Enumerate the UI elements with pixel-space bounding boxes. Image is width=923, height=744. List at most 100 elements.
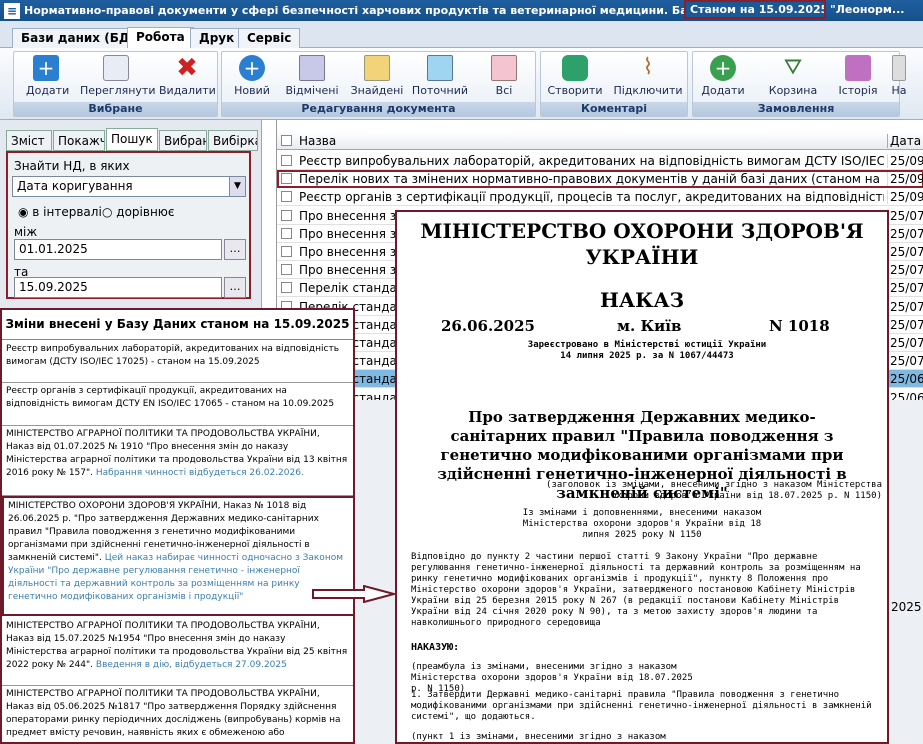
title-status-highlight: Станом на 15.09.2025 р. -: [684, 0, 826, 19]
row-date: 25/06/: [887, 372, 923, 387]
row-date: 25/07/: [887, 208, 923, 223]
history-label: Історія: [838, 84, 878, 97]
tab-contents[interactable]: Зміст: [6, 130, 52, 151]
fav-delete-label: Видалити: [159, 84, 216, 97]
marked-button[interactable]: Відмічені: [282, 55, 342, 97]
doc-ministry: МІНІСТЕРСТВО ОХОРОНИ ЗДОРОВ'Я УКРАЇНИ: [420, 219, 864, 269]
row-checkbox[interactable]: [281, 246, 292, 257]
marked-docs-icon: [299, 55, 325, 81]
order-extra-label: На: [891, 84, 907, 97]
doc-registered: Зареєстровано в Міністерстві юстиції Укр…: [497, 340, 797, 362]
comment-attach-label: Підключити: [613, 84, 683, 97]
row-date: 25/07/: [887, 245, 923, 259]
row-checkbox[interactable]: [281, 209, 292, 221]
grid-row[interactable]: Перелік нових та змінених нормативно-пра…: [277, 170, 923, 189]
date-to-field[interactable]: 15.09.2025: [14, 277, 222, 298]
row-date: 25/09/: [887, 190, 923, 205]
change-entry[interactable]: МІНІСТЕРСТВО АГРАРНОЇ ПОЛІТИКИ ТА ПРОДОВ…: [2, 618, 353, 686]
change-entry[interactable]: МІНІСТЕРСТВО АГРАРНОЇ ПОЛІТИКИ ТА ПРОДОВ…: [2, 426, 353, 496]
row-date: 25/07/: [887, 281, 923, 296]
comment-attach-button[interactable]: ⌇ Підключити: [613, 55, 683, 97]
order-plus-icon: +: [710, 55, 736, 81]
date-from-field[interactable]: 01.01.2025: [14, 239, 222, 260]
fav-delete-button[interactable]: ✖ Видалити: [159, 55, 216, 97]
changes-title: Зміни внесені у Базу Даних станом на 15.…: [2, 310, 353, 340]
tab-print[interactable]: Друк: [190, 28, 244, 48]
new-doc-label: Новий: [234, 84, 270, 97]
extra-icon: [892, 55, 906, 81]
pointer-arrow-icon: [312, 585, 396, 603]
change-link[interactable]: Набрання чинності відбудеться 26.02.2026…: [96, 468, 304, 478]
doc-body3: 1. Затвердити Державні медико-санітарні …: [411, 690, 872, 722]
all-docs-icon: [491, 55, 517, 81]
doc-type: НАКАЗ: [599, 288, 685, 312]
found-docs-icon: [364, 55, 390, 81]
tab-databases[interactable]: Бази даних (БД): [12, 28, 145, 48]
plus-icon: +: [33, 55, 59, 81]
row-checkbox[interactable]: [281, 191, 292, 203]
row-checkbox[interactable]: [281, 173, 292, 185]
tab-service[interactable]: Сервіс: [238, 28, 301, 48]
order-extra-button[interactable]: На: [889, 55, 909, 97]
row-date: 25/07/: [887, 354, 923, 369]
order-add-label: Додати: [701, 84, 745, 97]
new-doc-button[interactable]: + Новий: [230, 55, 274, 97]
marked-label: Відмічені: [285, 84, 339, 97]
found-label: Знайдені: [350, 84, 404, 97]
doc-note2: Із змінами і доповненнями, внесеними нак…: [522, 508, 762, 540]
col-name-header[interactable]: Назва: [299, 134, 336, 148]
ribbon-tabs: Бази даних (БД) Робота Друк Сервіс: [0, 21, 923, 48]
tab-selection[interactable]: Вибірка: [208, 130, 258, 151]
cart-button[interactable]: ⛛ Корзина: [765, 55, 821, 97]
current-button[interactable]: Поточний: [410, 55, 470, 97]
row-checkbox[interactable]: [281, 227, 292, 239]
change-entry[interactable]: МІНІСТЕРСТВО АГРАРНОЇ ПОЛІТИКИ ТА ПРОДОВ…: [2, 686, 353, 742]
select-all-checkbox[interactable]: [281, 135, 292, 146]
left-panel: Зміст Покажч Пошук Вибрані Вибірка Знайт…: [0, 120, 262, 310]
find-label: Знайти НД, в яких: [14, 159, 130, 173]
history-button[interactable]: Історія: [833, 55, 883, 97]
between-label: між: [14, 225, 38, 239]
tab-selected[interactable]: Вибрані: [159, 130, 207, 151]
radio-interval[interactable]: ◉ в інтервалі: [18, 205, 102, 219]
chevron-down-icon[interactable]: ▼: [229, 177, 245, 196]
radio-equal[interactable]: ○ дорівнює: [102, 205, 175, 219]
group-editing-label: Редагування документа: [222, 102, 535, 116]
found-button[interactable]: Знайдені: [347, 55, 407, 97]
comment-create-button[interactable]: Створити: [547, 55, 603, 97]
tab-work[interactable]: Робота: [127, 27, 194, 48]
change-entry-highlighted[interactable]: МІНІСТЕРСТВО ОХОРОНИ ЗДОРОВ'Я УКРАЇНИ, Н…: [2, 496, 353, 616]
title-rest: "Леонорм...: [830, 3, 905, 16]
doc-date: 26.06.2025: [441, 317, 535, 335]
change-entry[interactable]: Реєстр випробувальних лабораторій, акред…: [2, 341, 353, 383]
criteria-select[interactable]: Дата коригування ▼: [12, 176, 246, 197]
ribbon: + Додати Переглянути ✖ Видалити Вибране …: [0, 48, 923, 120]
row-date: 25/07/: [887, 226, 923, 241]
row-date: 25/07/: [887, 317, 923, 332]
fav-add-button[interactable]: + Додати: [26, 55, 69, 97]
row-checkbox[interactable]: [281, 155, 292, 166]
tab-search[interactable]: Пошук: [106, 128, 158, 151]
order-add-button[interactable]: + Додати: [701, 55, 745, 97]
group-comments: Створити ⌇ Підключити Коментарі: [540, 51, 688, 117]
app-icon: ≡: [4, 2, 20, 19]
change-link[interactable]: Введення в дію, відбудеться 27.09.2025: [96, 660, 287, 670]
comment-create-label: Створити: [547, 84, 603, 97]
grid-row[interactable]: Реєстр випробувальних лабораторій, акред…: [277, 152, 923, 170]
date-to-picker-button[interactable]: …: [224, 277, 246, 298]
changes-panel: Зміни внесені у Базу Даних станом на 15.…: [0, 308, 355, 744]
date-from-picker-button[interactable]: …: [224, 239, 246, 260]
group-comments-label: Коментарі: [541, 102, 687, 116]
change-entry[interactable]: Реєстр органів з сертифікації продукції,…: [2, 383, 353, 426]
col-date-header[interactable]: Дата кор: [887, 134, 923, 148]
row-checkbox[interactable]: [281, 264, 292, 276]
all-button[interactable]: Всі: [482, 55, 526, 97]
grid-row[interactable]: Реєстр органів з сертифікації продукції,…: [277, 188, 923, 207]
tab-index[interactable]: Покажч: [53, 130, 105, 151]
row-checkbox[interactable]: [281, 282, 292, 294]
background-area: [355, 400, 395, 744]
fav-view-button[interactable]: Переглянути: [80, 55, 155, 97]
grid-header: Назва Дата кор: [277, 132, 923, 150]
row-name: Реєстр випробувальних лабораторій, акред…: [299, 154, 884, 168]
history-icon: [845, 55, 871, 81]
